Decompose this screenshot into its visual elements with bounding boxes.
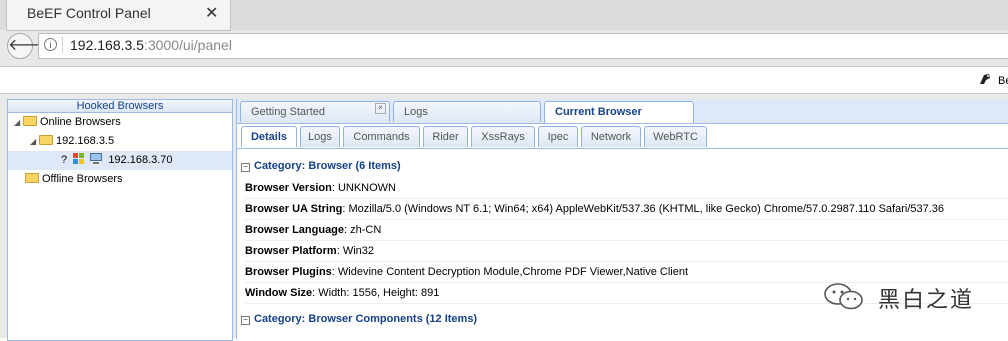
url-host: 192.168.3.5 — [70, 37, 144, 53]
detail-key: Browser Platform — [245, 245, 337, 257]
tab-xssrays[interactable]: XssRays — [471, 126, 535, 147]
beef-logo-icon — [980, 74, 990, 84]
detail-row: Browser Language: zh-CN — [245, 220, 1008, 241]
tab-details[interactable]: Details — [241, 126, 297, 147]
detail-value: : Width: 1556, Height: 891 — [312, 287, 440, 299]
folder-icon — [25, 173, 39, 183]
detail-value: : zh-CN — [344, 224, 382, 236]
tree-label: Offline Browsers — [42, 173, 123, 185]
tab-label: Getting Started — [251, 106, 325, 118]
collapse-icon[interactable]: − — [241, 316, 250, 325]
browser-tab-title: BeEF Control Panel — [27, 5, 151, 21]
tree-label: Online Browsers — [40, 116, 121, 128]
tab-rider[interactable]: Rider — [423, 126, 468, 147]
tab-network[interactable]: Network — [581, 126, 641, 147]
detail-row: Browser Version: UNKNOWN — [245, 178, 1008, 199]
detail-row: Browser Platform: Win32 — [245, 241, 1008, 262]
back-button[interactable]: 🡐 — [7, 33, 51, 59]
tab-label: Network — [590, 131, 632, 143]
category-title: Category: Browser (6 Items) — [254, 160, 401, 172]
watermark-text: 黑白之道 — [878, 288, 975, 313]
detail-value: : Widevine Content Decryption Module,Chr… — [331, 266, 689, 278]
tab-label: Commands — [353, 131, 410, 143]
sub-tab-bar: Details Logs Commands Rider XssRays Ipec… — [237, 124, 1008, 149]
tab-label: Logs — [404, 106, 428, 118]
tab-label: Logs — [308, 131, 332, 143]
unknown-browser-icon: ? — [61, 154, 68, 166]
hooked-browsers-panel: Hooked Browsers ◢ Online Browsers ◢ 192.16… — [7, 99, 233, 341]
tab-logs[interactable]: Logs — [393, 101, 541, 122]
tab-current-browser[interactable]: Current Browser — [544, 101, 694, 123]
wechat-icon — [824, 283, 863, 310]
panel-topbar: Be — [0, 67, 1008, 94]
url-separator — [62, 37, 63, 53]
detail-value: : UNKNOWN — [331, 182, 396, 194]
watermark: 黑白之道 — [822, 277, 1002, 317]
category-title: Category: Browser Components (12 Items) — [254, 313, 478, 325]
tab-label: XssRays — [481, 131, 525, 143]
folder-icon — [39, 135, 53, 145]
tab-getting-started[interactable]: Getting Started × — [240, 101, 390, 122]
tab-commands[interactable]: Commands — [343, 126, 420, 147]
category-browser-header[interactable]: − Category: Browser (6 Items) — [241, 156, 1008, 176]
tree-subnet[interactable]: ◢ 192.168.3.5 — [8, 132, 232, 151]
browser-chrome: BeEF Control Panel ✕ 🡐 i 192.168.3.5:300… — [0, 0, 1008, 67]
hooked-browsers-title: Hooked Browsers — [8, 100, 232, 113]
tab-label: Ipec — [547, 131, 569, 143]
tree-online-browsers[interactable]: ◢ Online Browsers — [8, 113, 232, 132]
detail-row: Browser UA String: Mozilla/5.0 (Windows … — [245, 199, 1008, 220]
detail-value: : Win32 — [336, 245, 374, 257]
tree-offline-browsers[interactable]: Offline Browsers — [8, 170, 232, 189]
tab-label: Details — [250, 131, 288, 143]
tab-logs-sub[interactable]: Logs — [300, 126, 340, 147]
detail-key: Browser UA String — [245, 203, 343, 215]
detail-key: Browser Version — [245, 182, 332, 194]
detail-key: Window Size — [245, 287, 313, 299]
tab-label: Current Browser — [555, 106, 642, 118]
url-text[interactable]: 192.168.3.5:3000/ui/panel — [70, 37, 232, 53]
tab-label: WebRTC — [653, 131, 698, 143]
detail-key: Browser Plugins — [245, 266, 332, 278]
tree-hooked-browser[interactable]: ? 192.168.3.70 — [8, 151, 232, 170]
tab-ipec[interactable]: Ipec — [538, 126, 578, 147]
tree-label: 192.168.3.5 — [56, 135, 115, 147]
close-icon[interactable]: × — [375, 103, 386, 114]
url-path: :3000/ui/panel — [143, 37, 232, 53]
tab-label: Rider — [432, 131, 459, 143]
detail-value: : Mozilla/5.0 (Windows NT 6.1; Win64; x6… — [342, 203, 945, 215]
close-icon[interactable]: ✕ — [205, 3, 218, 23]
expand-icon[interactable]: ◢ — [14, 113, 23, 132]
tab-webrtc[interactable]: WebRTC — [644, 126, 707, 147]
tab-strip: BeEF Control Panel ✕ — [0, 0, 1008, 31]
brand-text: Be — [998, 75, 1008, 87]
main-tab-bar: Getting Started × Logs Current Browser — [237, 99, 1008, 124]
info-icon[interactable]: i — [44, 38, 57, 51]
expand-icon[interactable]: ◢ — [30, 132, 39, 151]
tree-label: 192.168.3.70 — [108, 154, 173, 166]
windows-icon — [73, 153, 85, 164]
browser-tab[interactable]: BeEF Control Panel ✕ — [6, 0, 231, 31]
computer-icon — [90, 153, 103, 164]
folder-icon — [23, 116, 37, 126]
detail-key: Browser Language — [245, 224, 345, 236]
collapse-icon[interactable]: − — [241, 163, 250, 172]
